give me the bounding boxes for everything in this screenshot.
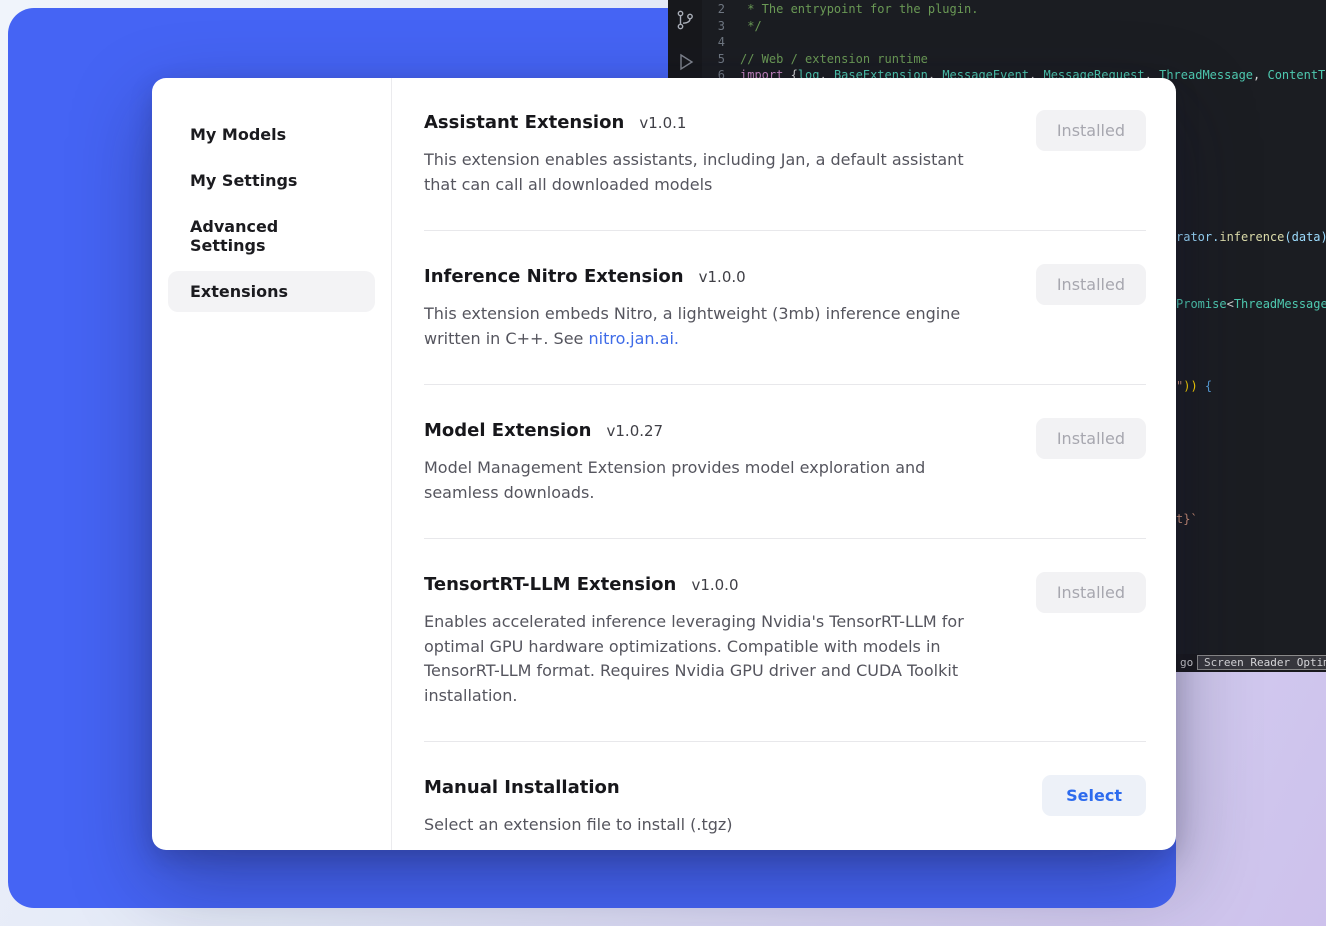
line-number: 2 <box>702 1 740 18</box>
sidebar-item-my-settings[interactable]: My Settings <box>168 160 375 201</box>
run-debug-icon[interactable] <box>673 50 697 74</box>
extension-version: v1.0.27 <box>607 422 664 440</box>
code-line: 3 */ <box>702 18 1326 35</box>
extension-title: Assistant Extension <box>424 112 624 133</box>
extension-info: Inference Nitro Extension v1.0.0 This ex… <box>424 264 1036 351</box>
code-text: * The entrypoint for the plugin. <box>740 1 978 18</box>
import-id: ContentType <box>1267 68 1326 82</box>
extension-title: Model Extension <box>424 420 591 441</box>
extension-info: Assistant Extension v1.0.1 This extensio… <box>424 110 1036 197</box>
line-number: 5 <box>702 51 740 68</box>
extensions-list: Assistant Extension v1.0.1 This extensio… <box>392 78 1176 850</box>
code-token: Promise <box>1176 297 1227 311</box>
extension-row-tensorrt-llm: TensortRT-LLM Extension v1.0.0 Enables a… <box>424 538 1146 741</box>
extension-version: v1.0.1 <box>639 114 686 132</box>
extension-title-row: Inference Nitro Extension v1.0.0 <box>424 264 996 290</box>
extension-row-inference-nitro: Inference Nitro Extension v1.0.0 This ex… <box>424 230 1146 384</box>
code-fragment: Promise<ThreadMessage> <box>1176 297 1326 311</box>
extension-info: Manual Installation Select an extension … <box>424 775 1042 838</box>
installed-button[interactable]: Installed <box>1036 264 1146 305</box>
code-token: < <box>1227 297 1234 311</box>
code-token: inference <box>1219 230 1284 244</box>
extension-row-model: Model Extension v1.0.27 Model Management… <box>424 384 1146 538</box>
line-number: 3 <box>702 18 740 35</box>
code-line: 2 * The entrypoint for the plugin. <box>702 1 1326 18</box>
import-id: ThreadMessage <box>1159 68 1253 82</box>
editor-code-area: 2 * The entrypoint for the plugin. 3 */ … <box>702 1 1326 84</box>
select-file-button[interactable]: Select <box>1042 775 1146 816</box>
status-text: go <box>1180 656 1193 670</box>
code-token: (data)); <box>1284 230 1326 244</box>
extension-description: Model Management Extension provides mode… <box>424 456 996 505</box>
extension-title-row: Model Extension v1.0.27 <box>424 418 996 444</box>
separator: , <box>1253 68 1267 82</box>
extension-info: TensortRT-LLM Extension v1.0.0 Enables a… <box>424 572 1036 708</box>
code-token: { <box>1198 379 1212 393</box>
settings-sidebar: My Models My Settings Advanced Settings … <box>152 78 392 850</box>
sidebar-item-advanced-settings[interactable]: Advanced Settings <box>168 206 375 266</box>
extension-description: Enables accelerated inference leveraging… <box>424 610 996 708</box>
manual-installation-row: Manual Installation Select an extension … <box>424 741 1146 850</box>
source-control-icon[interactable] <box>673 8 697 32</box>
extension-title-row: Manual Installation <box>424 775 1002 801</box>
installed-button[interactable]: Installed <box>1036 418 1146 459</box>
extension-title-row: TensortRT-LLM Extension v1.0.0 <box>424 572 996 598</box>
sidebar-item-my-models[interactable]: My Models <box>168 114 375 155</box>
code-line: 5 // Web / extension runtime <box>702 51 1326 68</box>
code-line: 4 <box>702 34 1326 51</box>
nitro-jan-ai-link[interactable]: nitro.jan.ai. <box>588 329 679 348</box>
code-fragment: ")) { <box>1176 379 1212 393</box>
extension-title: Inference Nitro Extension <box>424 266 684 287</box>
installed-button[interactable]: Installed <box>1036 572 1146 613</box>
code-text: // Web / extension runtime <box>740 51 928 68</box>
description-text: This extension embeds Nitro, a lightweig… <box>424 304 960 348</box>
screen-reader-badge: Screen Reader Optimized <box>1197 655 1326 670</box>
code-fragment: t}` <box>1176 512 1198 526</box>
code-token: rator. <box>1176 230 1219 244</box>
code-fragment: rator.inference(data)); <box>1176 230 1326 244</box>
extension-info: Model Extension v1.0.27 Model Management… <box>424 418 1036 505</box>
settings-modal: My Models My Settings Advanced Settings … <box>152 78 1176 850</box>
manual-installation-title: Manual Installation <box>424 777 620 798</box>
extension-title-row: Assistant Extension v1.0.1 <box>424 110 996 136</box>
code-text: */ <box>740 18 762 35</box>
extension-version: v1.0.0 <box>699 268 746 286</box>
installed-button[interactable]: Installed <box>1036 110 1146 151</box>
extension-description: This extension enables assistants, inclu… <box>424 148 996 197</box>
code-token: ThreadMessage <box>1234 297 1326 311</box>
code-token: )) <box>1183 379 1197 393</box>
manual-installation-description: Select an extension file to install (.tg… <box>424 813 1002 838</box>
line-number: 4 <box>702 34 740 51</box>
sidebar-item-extensions[interactable]: Extensions <box>168 271 375 312</box>
extension-row-assistant: Assistant Extension v1.0.1 This extensio… <box>424 110 1146 230</box>
extension-title: TensortRT-LLM Extension <box>424 574 676 595</box>
extension-description: This extension embeds Nitro, a lightweig… <box>424 302 996 351</box>
extension-version: v1.0.0 <box>691 576 738 594</box>
